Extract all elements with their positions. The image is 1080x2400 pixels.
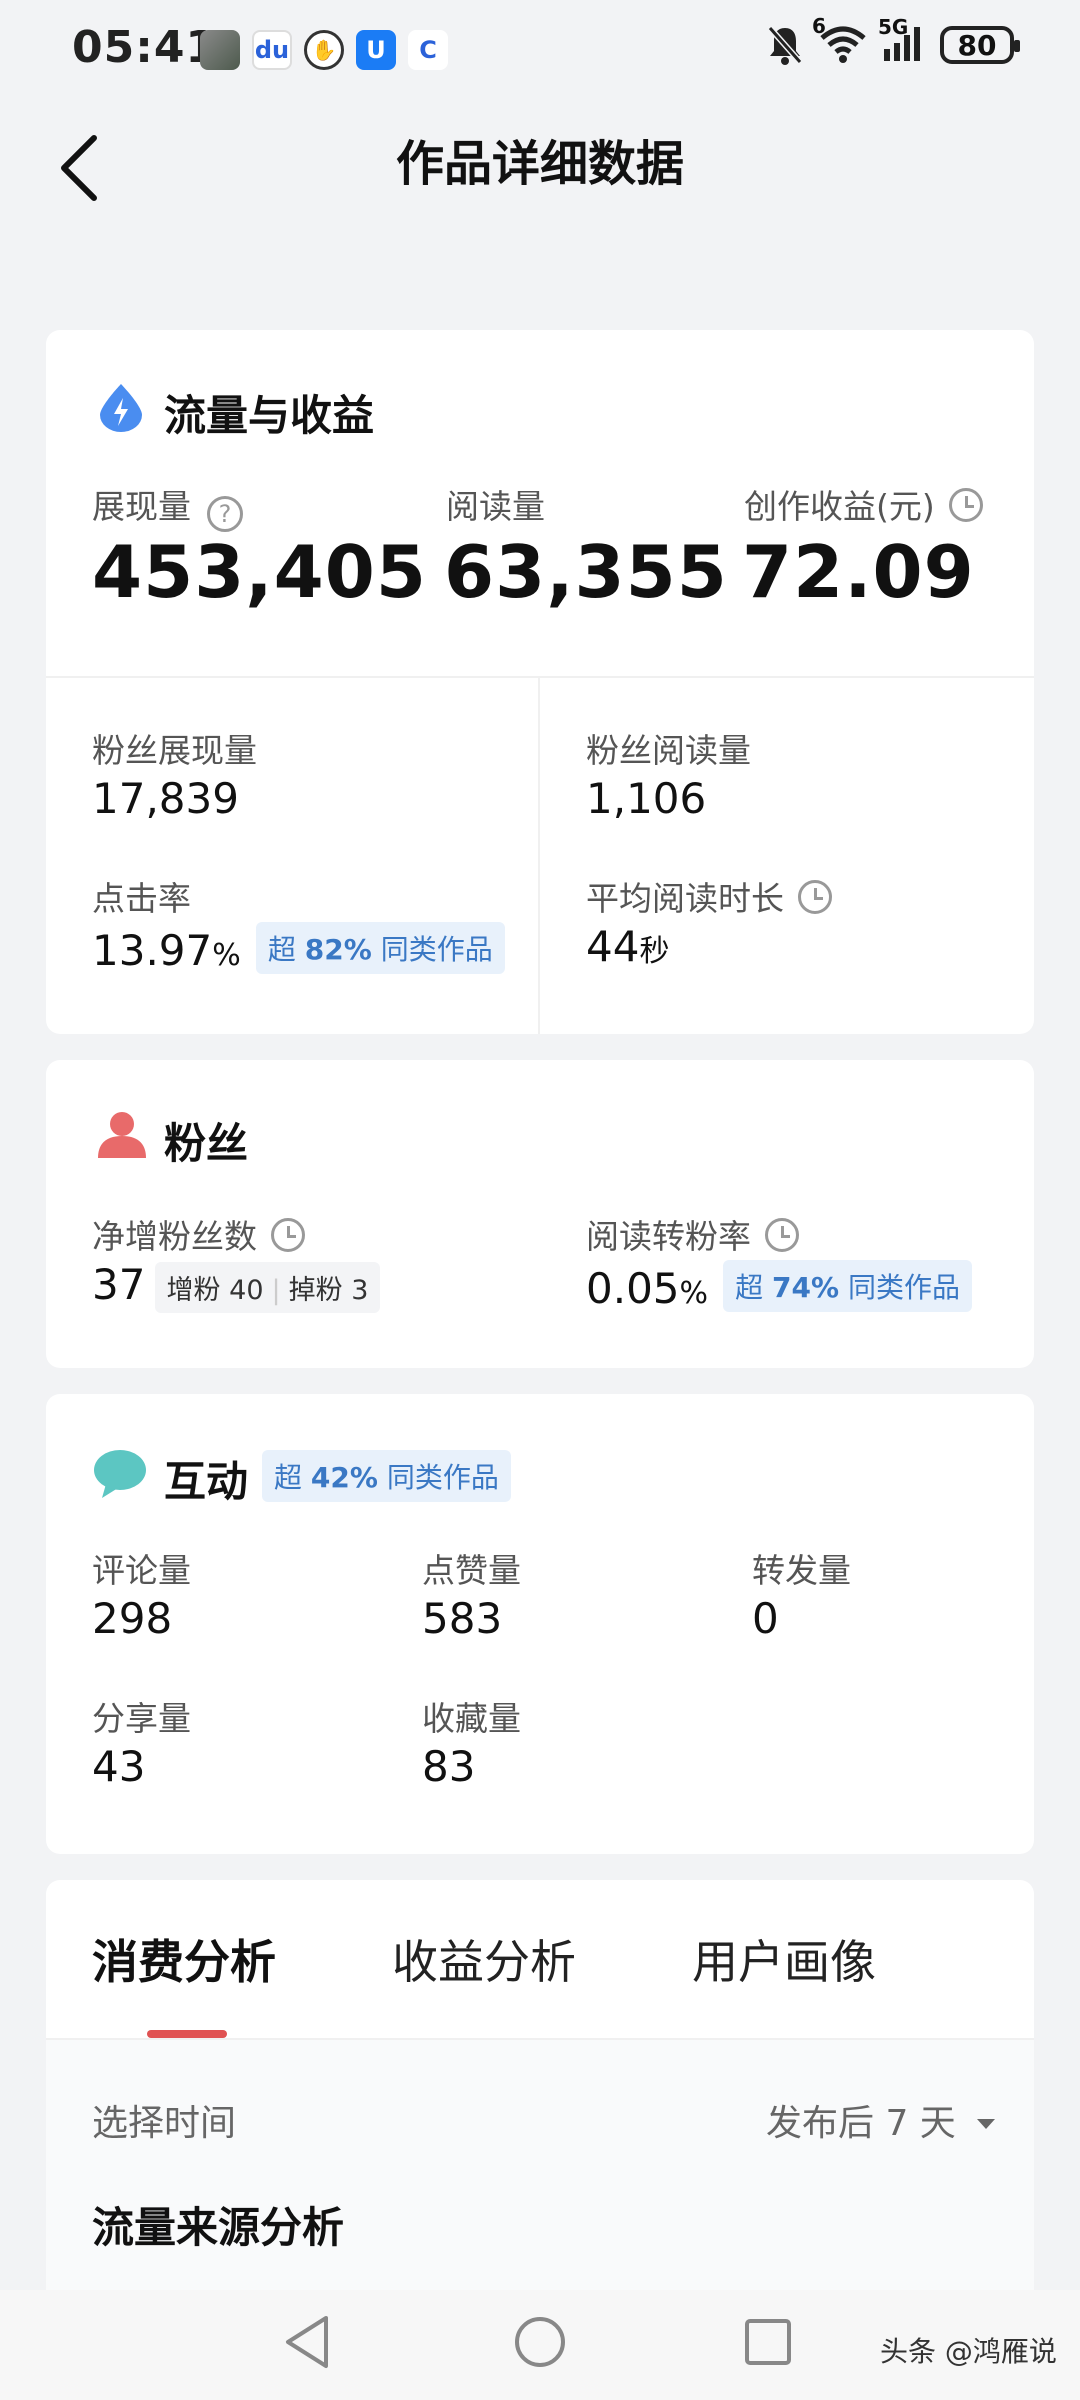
reads-label: 阅读量 [446, 487, 545, 526]
conversion-label: 阅读转粉率 [586, 1210, 799, 1258]
income-label: 创作收益(元) [744, 480, 983, 528]
ctr-rank-badge: 超 82% 同类作品 [255, 922, 505, 974]
ctr-unit: % [212, 938, 241, 973]
help-icon[interactable]: ? [207, 496, 243, 532]
lightning-icon [96, 382, 146, 436]
reads-value: 63,355 [444, 530, 728, 614]
fan-impressions-value: 17,839 [92, 774, 239, 823]
likes-label: 点赞量 [422, 1551, 521, 1590]
favorites-value: 83 [422, 1742, 476, 1791]
time-range-value: 发布后 7 天 [766, 2103, 956, 2144]
fans-change-badge: 增粉 40 | 掉粉 3 [154, 1262, 381, 1313]
income-value: 72.09 [742, 530, 975, 614]
circle-home-icon [515, 2317, 565, 2367]
baidu-icon: du [252, 30, 292, 70]
traffic-source-title: 流量来源分析 [92, 2203, 345, 2252]
time-range-dropdown[interactable]: 发布后 7 天 [766, 2094, 997, 2146]
active-tab-indicator [147, 2030, 227, 2038]
fan-reads-label: 粉丝阅读量 [586, 731, 751, 770]
comments-label: 评论量 [92, 1551, 191, 1590]
fans-title: 粉丝 [164, 1119, 249, 1168]
clock-icon[interactable] [798, 880, 832, 914]
triangle-back-icon [286, 2316, 328, 2368]
fans-card: 粉丝 净增粉丝数 37 增粉 40 | 掉粉 3 阅读转粉率 0.05% 超 74%… [46, 1060, 1034, 1368]
shares-label: 分享量 [92, 1699, 191, 1738]
avg-time-row: 44秒 [586, 922, 669, 971]
ctr-row: 13.97% 超 82% 同类作品 [92, 922, 505, 975]
chat-bubble-icon [92, 1448, 148, 1504]
network-type: 5G [878, 15, 909, 39]
photo-thumbnail-icon [200, 30, 240, 70]
app-c-icon: C [408, 30, 448, 70]
interaction-card: 互动 超 42% 同类作品 评论量 298 点赞量 583 转发量 0 分享量 … [46, 1394, 1034, 1854]
system-nav-bar: 头条 @鸿雁说 [0, 2290, 1080, 2400]
reposts-label: 转发量 [752, 1551, 851, 1590]
favorites-label: 收藏量 [422, 1699, 521, 1738]
clock-icon[interactable] [765, 1218, 799, 1252]
nav-recents-button[interactable] [738, 2312, 798, 2376]
wifi-superscript: 6 [812, 14, 826, 38]
net-fans-value: 37 [92, 1260, 146, 1309]
net-fans-row: 37 增粉 40 | 掉粉 3 [92, 1260, 381, 1313]
status-time: 05:41 [72, 22, 218, 73]
traffic-card: 流量与收益 展现量? 453,405 阅读量 63,355 创作收益(元) 72… [46, 330, 1034, 1034]
impressions-label: 展现量? [92, 480, 243, 532]
wifi-icon: 6 [812, 14, 868, 68]
conversion-row: 0.05% 超 74% 同类作品 [586, 1260, 972, 1313]
status-bar: 05:41 du ✋ U C 6 5G 80 [0, 0, 1080, 100]
impressions-value: 453,405 [92, 530, 427, 614]
signal-icon: 5G [878, 15, 926, 67]
conversion-rank-badge: 超 74% 同类作品 [723, 1260, 972, 1312]
clock-icon[interactable] [948, 488, 983, 522]
select-time-label: 选择时间 [92, 2103, 237, 2144]
battery-icon: 80 [940, 26, 1020, 64]
ctr-label: 点击率 [92, 879, 191, 918]
page-title: 作品详细数据 [395, 136, 684, 192]
clock-icon[interactable] [271, 1218, 305, 1252]
app-u-icon: U [356, 30, 396, 70]
avg-time-unit: 秒 [639, 934, 670, 969]
nav-back-button[interactable] [278, 2312, 338, 2376]
interaction-title: 互动 [164, 1457, 249, 1506]
interaction-rank-badge: 超 42% 同类作品 [262, 1450, 511, 1502]
tab-income-analysis[interactable]: 收益分析 [392, 1926, 576, 1992]
avg-time-label: 平均阅读时长 [586, 872, 832, 920]
conversion-unit: % [679, 1276, 709, 1311]
net-fans-label: 净增粉丝数 [92, 1210, 305, 1258]
square-recents-icon [745, 2319, 791, 2365]
divider-vertical [538, 678, 540, 1034]
status-right-group: 6 5G 80 [766, 14, 1020, 68]
bell-muted-icon [767, 26, 803, 65]
avg-time-value: 44 [586, 922, 640, 971]
fan-reads-value: 1,106 [586, 774, 707, 823]
nav-home-button[interactable] [510, 2312, 570, 2376]
traffic-title: 流量与收益 [164, 391, 375, 440]
caret-down-icon [977, 2119, 996, 2129]
ctr-value: 13.97 [92, 926, 213, 975]
person-icon [96, 1108, 148, 1164]
comments-value: 298 [92, 1594, 173, 1643]
tab-consumption-analysis[interactable]: 消费分析 [92, 1926, 276, 1992]
conversion-value: 0.05 [586, 1264, 680, 1313]
likes-value: 583 [422, 1594, 503, 1643]
hand-icon: ✋ [304, 30, 344, 70]
tab-user-profile[interactable]: 用户画像 [692, 1926, 876, 1992]
shares-value: 43 [92, 1742, 146, 1791]
watermark: 头条 @鸿雁说 [880, 2335, 1057, 2368]
divider [46, 676, 1034, 678]
fan-impressions-label: 粉丝展现量 [92, 731, 257, 770]
reposts-value: 0 [752, 1594, 779, 1643]
